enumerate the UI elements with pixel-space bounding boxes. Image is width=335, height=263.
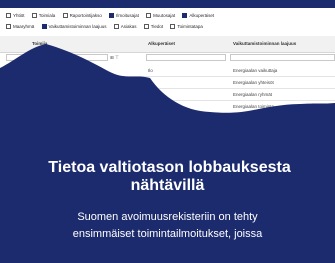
lead-line-1: Suomen avoimuusrekisteriin on tehty (77, 211, 258, 223)
headline-line-1: Tietoa valtiotason lobbauksesta (48, 159, 291, 176)
article-lead: Suomen avoimuusrekisteriin on tehty ensi… (0, 209, 335, 243)
lead-line-2: ensimmäiset toimintailmoitukset, joissa (72, 228, 263, 240)
headline-line-2: nähtävillä (130, 177, 205, 194)
